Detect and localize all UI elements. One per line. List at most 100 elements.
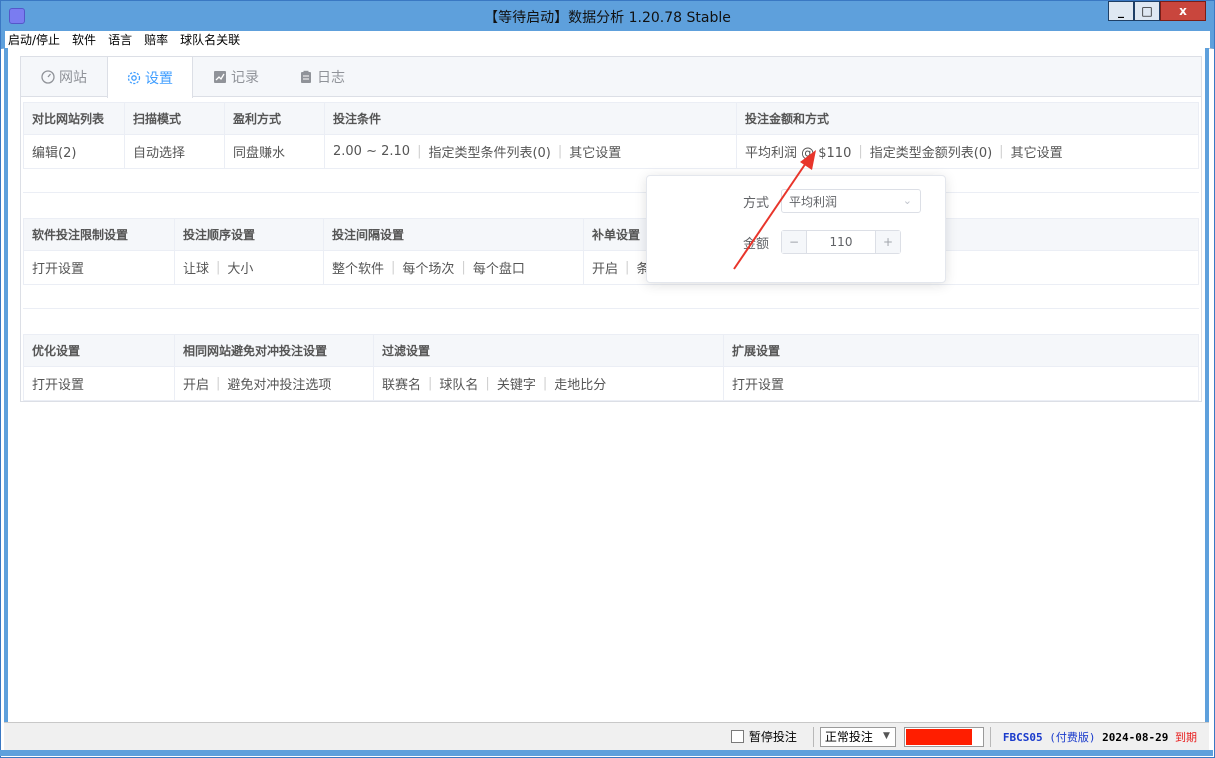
chevron-down-icon: ⌄ [902, 194, 912, 207]
supplement-enable-link[interactable]: 开启 [592, 258, 618, 277]
tab-settings[interactable]: 设置 [107, 57, 193, 98]
minimize-icon: _ [1118, 4, 1124, 18]
progress-fill [905, 728, 973, 745]
header-scan-mode: 扫描模式 [125, 103, 225, 134]
condition-other-link[interactable]: 其它设置 [569, 142, 621, 161]
odds-range-link[interactable]: 2.00 ~ 2.10 [333, 144, 410, 159]
menu-odds[interactable]: 赔率 [144, 31, 168, 48]
header-profit-mode: 盈利方式 [225, 103, 325, 134]
condition-list-link[interactable]: 指定类型条件列表(0) [428, 142, 550, 161]
header-compare-sites: 对比网站列表 [24, 103, 125, 134]
bet-settings-table: 对比网站列表 扫描模式 盈利方式 投注条件 投注金额和方式 编辑(2) 自动选择… [23, 102, 1199, 169]
license-date: 2024-08-29 [1102, 730, 1169, 744]
maximize-button[interactable]: □ [1134, 1, 1160, 21]
profit-mode-link[interactable]: 同盘赚水 [233, 142, 285, 161]
minimize-button[interactable]: _ [1108, 1, 1134, 21]
close-button[interactable]: x [1160, 1, 1206, 21]
divider: | [216, 376, 221, 391]
tab-websites-label: 网站 [59, 70, 87, 86]
menu-team-mapping[interactable]: 球队名关联 [180, 31, 240, 48]
maximize-icon: □ [1141, 4, 1153, 18]
limit-settings-table: 软件投注限制设置 投注顺序设置 投注间隔设置 补单设置 打开设置 让球 | 大小… [23, 218, 1199, 285]
title-bar[interactable]: 【等待启动】数据分析 1.20.78 Stable _ □ x [1, 1, 1214, 31]
table-header: 软件投注限制设置 投注顺序设置 投注间隔设置 补单设置 [24, 219, 1198, 251]
amount-increase-button[interactable]: + [875, 231, 900, 253]
window-title: 【等待启动】数据分析 1.20.78 Stable [484, 10, 731, 26]
avoid-hedge-options-link[interactable]: 避免对冲投注选项 [227, 374, 331, 393]
license-info: FBCS05 (付费版) 2024-08-29 到期 [1003, 729, 1197, 745]
license-expiry: 到期 [1175, 730, 1197, 744]
pause-betting-checkbox[interactable]: 暂停投注 [730, 728, 797, 745]
window-bottom-frame [0, 750, 1213, 756]
license-type: (付费版) [1049, 730, 1096, 744]
divider: | [542, 376, 548, 391]
table-row: 打开设置 让球 | 大小 整个软件 | 每个场次 | 每个盘口 开启 | 条 [24, 251, 1198, 284]
interval-market-link[interactable]: 每个盘口 [473, 258, 525, 277]
chart-icon [214, 71, 226, 83]
header-software-limit: 软件投注限制设置 [24, 219, 175, 250]
header-bet-conditions: 投注条件 [325, 103, 737, 134]
divider: | [557, 144, 563, 159]
annotation-arrow-icon [733, 150, 816, 270]
tab-settings-label: 设置 [145, 70, 173, 87]
section-divider [23, 192, 1199, 193]
optimization-open-link[interactable]: 打开设置 [32, 374, 84, 393]
interval-software-link[interactable]: 整个软件 [332, 258, 384, 277]
tab-records-label: 记录 [231, 70, 259, 86]
gear-icon [127, 71, 141, 84]
tab-websites[interactable]: 网站 [21, 57, 107, 97]
divider: | [858, 144, 863, 159]
tab-bar: 网站 设置 记录 日志 [21, 57, 1201, 98]
interval-match-link[interactable]: 每个场次 [402, 258, 454, 277]
software-limit-open-link[interactable]: 打开设置 [32, 258, 84, 277]
menu-language[interactable]: 语言 [108, 31, 132, 48]
divider [989, 726, 991, 747]
filter-keyword-link[interactable]: 关键字 [497, 374, 536, 393]
gauge-icon [41, 70, 55, 84]
tab-logs-label: 日志 [317, 70, 345, 86]
table-row: 编辑(2) 自动选择 同盘赚水 2.00 ~ 2.10 | 指定类型条件列表(0… [24, 135, 1198, 168]
menu-software[interactable]: 软件 [72, 31, 96, 48]
order-handicap-link[interactable]: 让球 [183, 258, 209, 277]
optimization-settings-table: 优化设置 相同网站避免对冲投注设置 过滤设置 扩展设置 打开设置 开启 | 避免… [23, 334, 1199, 401]
divider: | [485, 376, 490, 391]
filter-team-link[interactable]: 球队名 [439, 374, 478, 393]
status-bar: 暂停投注 正常投注 ▼ FBCS05 (付费版) 2024-08-29 到期 [4, 722, 1209, 750]
license-code: FBCS05 [1002, 730, 1043, 744]
clipboard-icon [301, 70, 311, 83]
window-controls: _ □ x [1108, 1, 1206, 21]
bet-mode-select[interactable]: 正常投注 ▼ [819, 726, 896, 747]
divider [812, 726, 814, 747]
content-area: 网站 设置 记录 日志 对比网站列表 扫描模式 盈利方式 投注条件 投注金额和方… [4, 48, 1209, 722]
pause-betting-label: 暂停投注 [748, 730, 797, 744]
menu-start-stop[interactable]: 启动/停止 [8, 31, 60, 48]
avoid-hedge-enable-link[interactable]: 开启 [183, 374, 209, 393]
progress-bar [903, 726, 984, 747]
dropdown-arrow-icon: ▼ [882, 730, 890, 741]
bet-mode-value: 正常投注 [824, 730, 873, 744]
divider: | [461, 260, 466, 275]
header-extension: 扩展设置 [732, 344, 781, 358]
tab-records[interactable]: 记录 [193, 57, 279, 97]
tab-logs[interactable]: 日志 [279, 57, 365, 97]
settings-card: 网站 设置 记录 日志 对比网站列表 扫描模式 盈利方式 投注条件 投注金额和方… [20, 56, 1202, 402]
scan-mode-link[interactable]: 自动选择 [133, 142, 185, 161]
table-header: 优化设置 相同网站避免对冲投注设置 过滤设置 扩展设置 [24, 335, 1198, 367]
header-bet-interval: 投注间隔设置 [324, 219, 584, 250]
amount-other-link[interactable]: 其它设置 [1011, 142, 1063, 161]
table-row: 打开设置 开启 | 避免对冲投注选项 联赛名 | 球队名 | 关键字 | 走地比… [24, 367, 1198, 400]
header-optimization: 优化设置 [24, 335, 175, 366]
amount-list-link[interactable]: 指定类型金额列表(0) [870, 142, 992, 161]
filter-league-link[interactable]: 联赛名 [382, 374, 421, 393]
header-bet-amount: 投注金额和方式 [745, 112, 830, 126]
filter-live-score-link[interactable]: 走地比分 [554, 374, 606, 393]
divider: | [216, 260, 221, 275]
section-divider [23, 308, 1199, 309]
checkbox-box[interactable] [730, 730, 744, 743]
edit-compare-sites-link[interactable]: 编辑(2) [32, 142, 76, 161]
divider: | [625, 260, 630, 275]
extension-open-link[interactable]: 打开设置 [732, 374, 784, 393]
divider: | [999, 144, 1004, 159]
order-overunder-link[interactable]: 大小 [227, 258, 253, 277]
header-avoid-hedge: 相同网站避免对冲投注设置 [175, 335, 374, 366]
